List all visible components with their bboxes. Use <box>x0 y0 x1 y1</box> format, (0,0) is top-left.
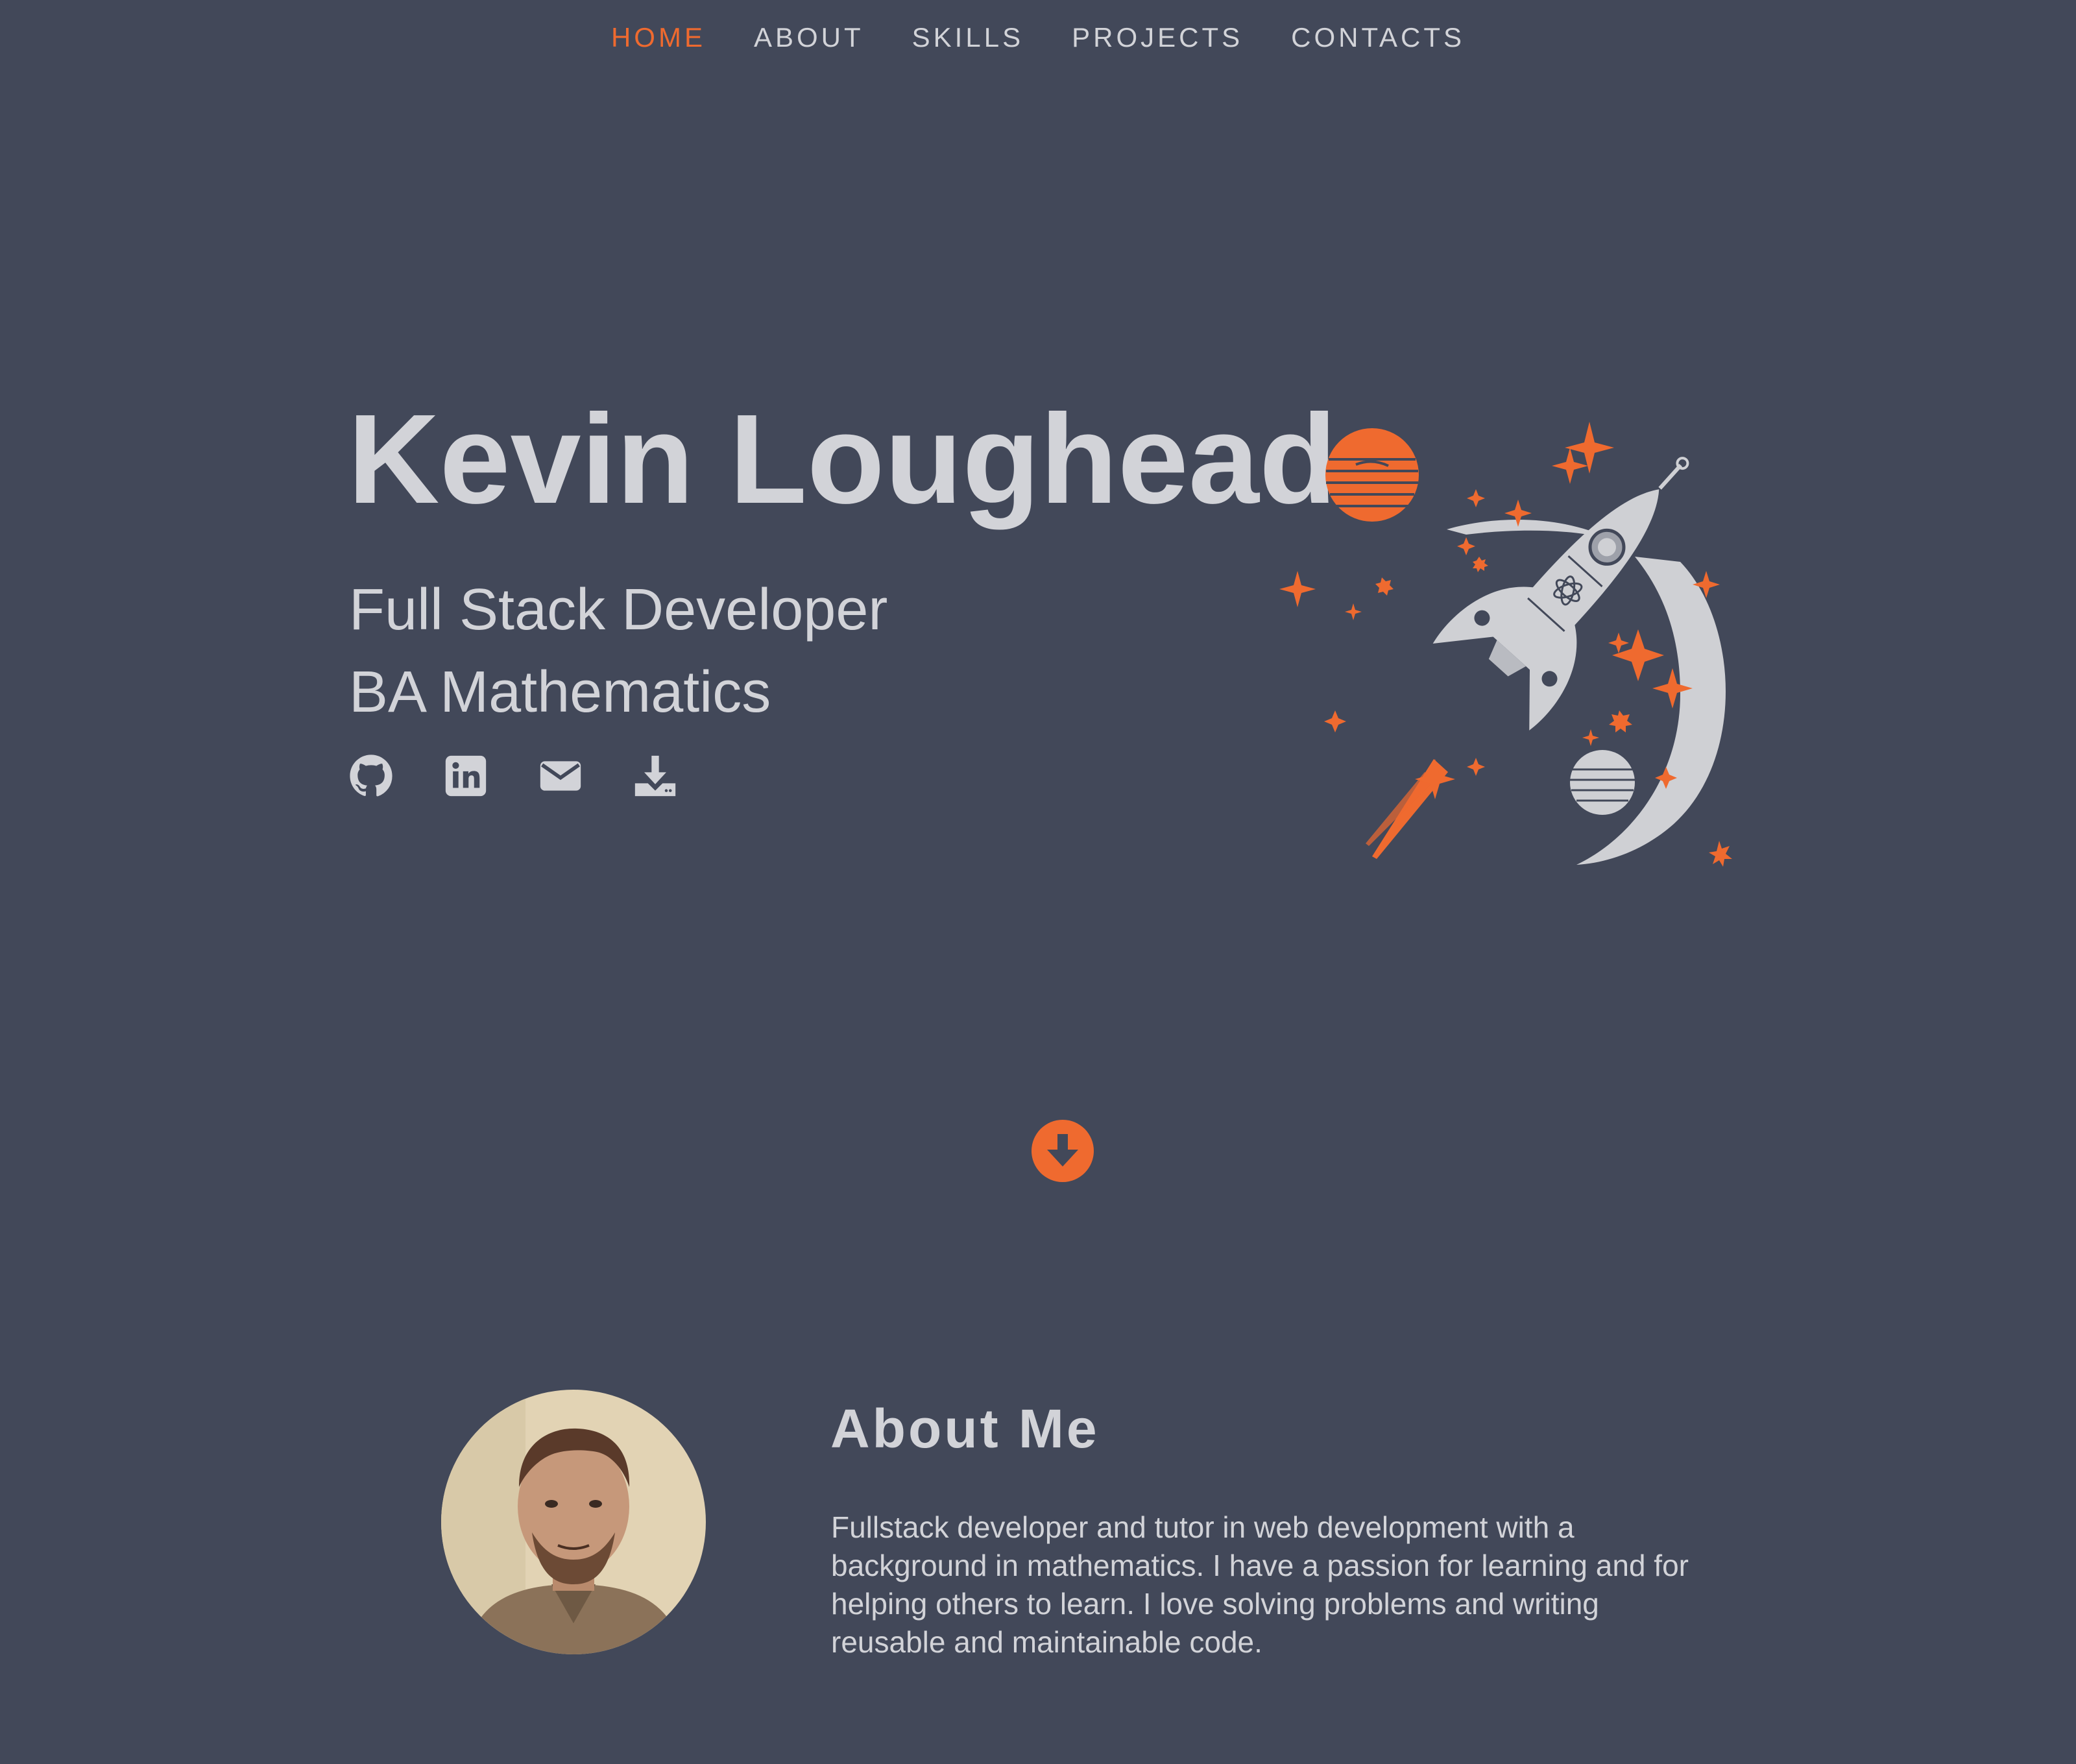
nav-projects[interactable]: PROJECTS <box>1072 24 1243 51</box>
orange-planet-icon <box>1325 428 1419 522</box>
download-resume-link[interactable] <box>633 754 677 798</box>
crescent-ring <box>1576 557 1726 865</box>
avatar <box>441 1390 706 1654</box>
about-text: Fullstack developer and tutor in web dev… <box>831 1510 1689 1659</box>
nav-contacts[interactable]: CONTACTS <box>1291 24 1465 51</box>
social-links <box>349 754 677 798</box>
linkedin-icon <box>445 755 487 797</box>
email-icon <box>540 761 581 791</box>
main-nav: HOME ABOUT SKILLS PROJECTS CONTACTS <box>0 0 2076 75</box>
github-icon <box>350 755 392 797</box>
about-title: About Me <box>830 1398 1100 1459</box>
hero-subtitle-degree: BA Mathematics <box>349 660 771 725</box>
nav-about[interactable]: ABOUT <box>754 24 864 51</box>
github-link[interactable] <box>349 754 393 798</box>
download-icon <box>634 755 676 797</box>
hero-subtitle-role: Full Stack Developer <box>349 577 888 642</box>
profile-photo <box>441 1390 706 1654</box>
rocket-illustration <box>1279 422 1732 867</box>
scroll-down-button[interactable] <box>1032 1120 1094 1182</box>
email-link[interactable] <box>538 754 583 798</box>
linkedin-link[interactable] <box>444 754 488 798</box>
nav-home[interactable]: HOME <box>611 24 706 51</box>
nav-skills[interactable]: SKILLS <box>912 24 1024 51</box>
grey-planet-icon <box>1570 750 1635 815</box>
hero-name: Kevin Loughead <box>348 388 1337 530</box>
